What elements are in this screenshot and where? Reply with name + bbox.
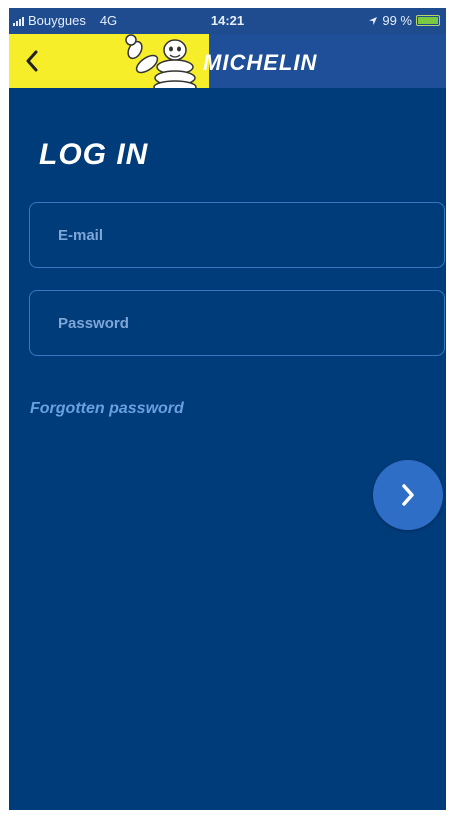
email-input[interactable] — [30, 203, 444, 267]
back-button[interactable] — [19, 46, 45, 76]
page-title: LOG IN — [39, 138, 149, 171]
brand-logo-text: MICHELIN — [203, 50, 318, 75]
chevron-left-icon — [26, 50, 38, 72]
email-field[interactable] — [29, 202, 445, 268]
location-arrow-icon — [369, 16, 378, 25]
battery-fill — [418, 17, 438, 24]
michelin-man-icon — [125, 34, 197, 88]
next-button[interactable] — [373, 460, 443, 530]
chevron-right-icon — [402, 484, 414, 506]
status-bar: Bouygues 4G 14:21 99 % — [9, 8, 446, 34]
battery-percent: 99 % — [382, 13, 412, 28]
status-right: 99 % — [368, 13, 440, 28]
phone-screen: Bouygues 4G 14:21 99 % MICHELIN LOG IN E… — [9, 8, 446, 810]
app-header: MICHELIN — [9, 34, 446, 88]
battery-icon — [416, 15, 440, 26]
forgotten-password-link[interactable]: Forgotten password — [30, 400, 184, 418]
password-input[interactable] — [30, 291, 444, 355]
password-field[interactable] — [29, 290, 445, 356]
